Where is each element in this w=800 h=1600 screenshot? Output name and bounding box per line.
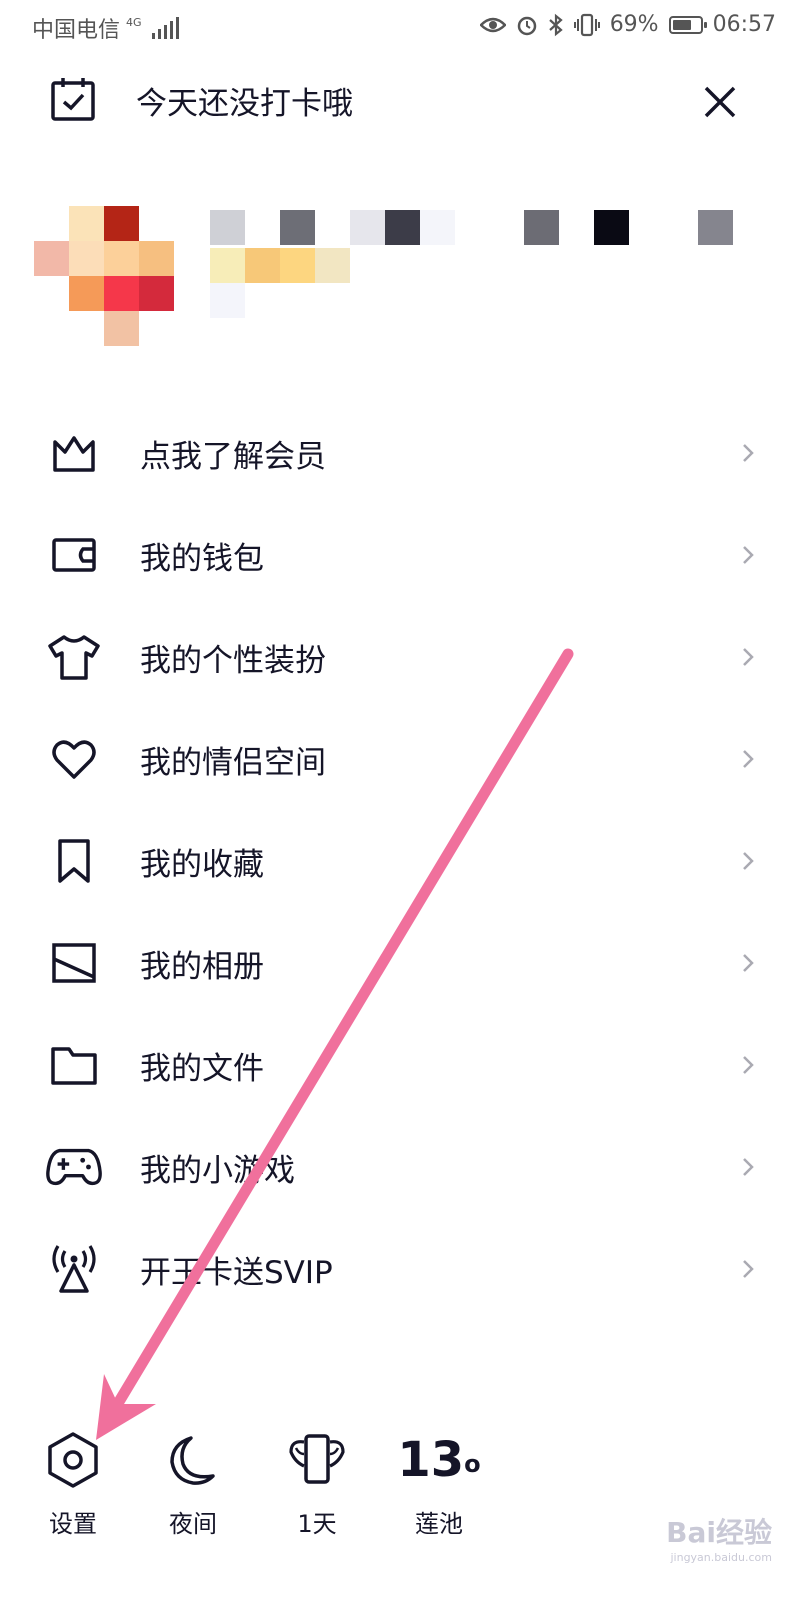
menu-label: 我的文件 xyxy=(140,1050,264,1087)
carrier-name: 中国电信 xyxy=(32,18,121,43)
battery-percent: 69% xyxy=(609,12,659,37)
bookmark-icon xyxy=(46,833,102,889)
menu-label: 我的情侣空间 xyxy=(140,744,326,781)
watermark-brand: Bai经验 xyxy=(666,1516,772,1549)
location-label: 莲池 xyxy=(415,1510,463,1538)
weather-widget[interactable]: 13o 莲池 xyxy=(384,1430,494,1539)
chevron-right-icon xyxy=(743,1260,754,1278)
menu-item-wallet[interactable]: 我的钱包 xyxy=(0,504,800,606)
menu-label: 开王卡送SVIP xyxy=(140,1254,333,1291)
battery-icon xyxy=(668,15,707,34)
menu-item-vip[interactable]: 点我了解会员 xyxy=(0,402,800,504)
menu-item-files[interactable]: 我的文件 xyxy=(0,1014,800,1116)
close-icon[interactable] xyxy=(698,80,742,124)
menu-item-couple[interactable]: 我的情侣空间 xyxy=(0,708,800,810)
settings-button[interactable]: 设置 xyxy=(18,1430,128,1539)
calendar-check-icon xyxy=(51,78,95,121)
night-mode-label: 夜间 xyxy=(169,1510,217,1538)
bottom-bar: 设置 夜间 1天 13o 莲池 xyxy=(0,1400,800,1600)
chevron-right-icon xyxy=(743,1158,754,1176)
menu-item-dressup[interactable]: 我的个性装扮 xyxy=(0,606,800,708)
tshirt-icon xyxy=(46,629,102,685)
status-bar: 中国电信 4G 69% 06:57 xyxy=(0,0,800,54)
settings-hexagon-icon xyxy=(43,1430,103,1490)
chevron-right-icon xyxy=(743,750,754,768)
menu-label: 我的钱包 xyxy=(140,540,264,577)
moon-icon xyxy=(163,1430,223,1490)
network-type: 4G xyxy=(126,15,142,29)
streak-label: 1天 xyxy=(297,1510,337,1538)
crown-icon xyxy=(46,425,102,481)
chevron-right-icon xyxy=(743,546,754,564)
menu-item-kingcard[interactable]: 开王卡送SVIP xyxy=(0,1218,800,1320)
gamepad-icon xyxy=(46,1139,102,1195)
vibrate-icon xyxy=(573,13,600,36)
chevron-right-icon xyxy=(743,954,754,972)
broadcast-tower-icon xyxy=(46,1241,102,1297)
alarm-icon xyxy=(517,16,536,35)
chevron-right-icon xyxy=(743,852,754,870)
status-right: 69% 06:57 xyxy=(479,12,776,37)
temperature: 13o xyxy=(384,1430,494,1490)
folder-icon xyxy=(46,1037,102,1093)
signal-icon xyxy=(151,17,179,39)
clock: 06:57 xyxy=(712,12,776,37)
status-left: 中国电信 4G xyxy=(32,12,179,44)
checkin-label: 今天还没打卡哦 xyxy=(136,85,353,122)
menu-label: 我的个性装扮 xyxy=(140,642,326,679)
wallet-icon xyxy=(46,527,102,583)
chevron-right-icon xyxy=(743,1056,754,1074)
streak-button[interactable]: 1天 xyxy=(262,1430,372,1539)
watermark-url: jingyan.baidu.com xyxy=(670,1551,772,1564)
phone-wings-icon xyxy=(287,1430,347,1490)
night-mode-button[interactable]: 夜间 xyxy=(138,1430,248,1539)
settings-label: 设置 xyxy=(49,1510,97,1538)
eye-icon xyxy=(479,17,506,32)
image-icon xyxy=(46,935,102,991)
temperature-unit: o xyxy=(464,1450,481,1478)
menu-item-minigames[interactable]: 我的小游戏 xyxy=(0,1116,800,1218)
menu-label: 点我了解会员 xyxy=(140,438,326,475)
checkin-banner[interactable]: 今天还没打卡哦 xyxy=(48,72,768,128)
menu-label: 我的相册 xyxy=(140,948,264,985)
avatar[interactable] xyxy=(34,206,174,346)
bluetooth-icon xyxy=(548,13,563,36)
profile-header[interactable] xyxy=(34,206,774,356)
watermark: Bai经验 jingyan.baidu.com xyxy=(666,1511,772,1564)
menu-item-favorites[interactable]: 我的收藏 xyxy=(0,810,800,912)
menu-item-album[interactable]: 我的相册 xyxy=(0,912,800,1014)
temperature-value: 13 xyxy=(397,1432,465,1488)
chevron-right-icon xyxy=(743,648,754,666)
menu-label: 我的收藏 xyxy=(140,846,264,883)
heart-icon xyxy=(46,731,102,787)
menu-label: 我的小游戏 xyxy=(140,1152,295,1189)
chevron-right-icon xyxy=(743,444,754,462)
